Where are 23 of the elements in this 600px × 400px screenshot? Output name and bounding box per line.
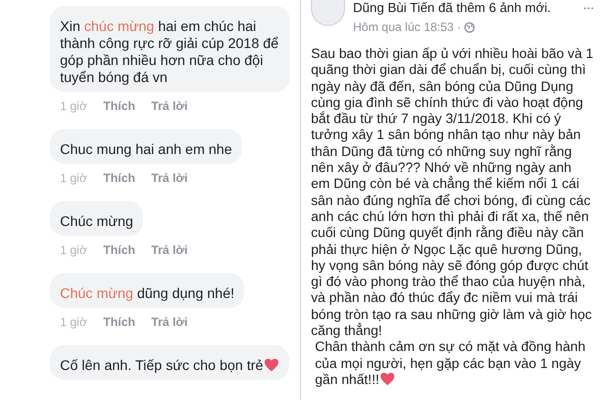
like-link[interactable]: Thích: [103, 241, 136, 259]
reply-link[interactable]: Trả lời: [151, 169, 188, 187]
like-link[interactable]: Thích: [103, 169, 136, 187]
comment-time: 1 giờ: [60, 242, 88, 259]
comment-text: Chúc mừng dũng dụng nhé!: [60, 285, 234, 302]
like-link[interactable]: Thích: [103, 313, 136, 331]
comment-text: Xin chúc mừng hai em chúc hai thành công rực rỡ giải cúp 2018 để góp phần nhiều hơn nữa cho đội tuyển bóng đá vn: [60, 18, 280, 86]
post-paragraph: Chân thành cảm ơn sự có mặt và đồng hành của mọi người, hẹn gặp các bạn vào 1 ngày gần nhất!!!: [314, 339, 586, 388]
reply-link[interactable]: Trả lời: [151, 241, 188, 259]
reply-link[interactable]: Trả lời: [151, 313, 188, 331]
comment-text: Chúc mừng: [60, 213, 134, 230]
avatar-icon: [311, 0, 345, 26]
comment-time: 1 giờ: [60, 98, 88, 115]
comment-time: 1 giờ: [60, 170, 88, 187]
post-paragraph: Sau bao thời gian ấp ủ với nhiều hoài bão và 1 quãng thời gian dài để chuẩn bị, cuối cùng thì ngày này đã đến, sân bóng của Dũng Dụng cùng gia đình sẽ chính thức đi vào hoạt động bắt đầu từ thứ 7 ngày 3/11/2018. Khi có ý tưởng xây 1 sân bóng nhân tạo như này bản thân Dũng đã từng có những suy nghĩ rằng nên xây ở đâu??? Nhớ về những ngày anh em Dũng còn bé và chẳng thể kiếm nổi 1 cái sân nào đúng nghĩa để chơi bóng, đi cùng các anh các chú lớn hơn thì phải đi rất xa, thế nên cuối cùng Dũng quyết định rằng điều này cần phải thực hiện ở Ngọc Lặc quê hương Dũng, hy vọng sân bóng này sẽ đóng góp được chút gì đó vào phong trào thể thao của huyện nhà, và phần nào đó thúc đẩy đc niềm vui mà trái bóng tròn tạo ra sau những giờ làm và giờ học căng thẳng!: [311, 46, 594, 340]
like-link[interactable]: Thích: [103, 97, 136, 115]
comment-time: 1 giờ: [60, 314, 88, 331]
post-timestamp: Hôm qua lúc 18:53 ·: [353, 19, 462, 36]
comment-text: Cố lên anh. Tiếp sức cho bọn trẻ: [60, 357, 280, 374]
more-menu[interactable]: ...: [583, 0, 594, 15]
post-author-line: Dũng Bùi Tiến đã thêm 6 ảnh mới.: [353, 1, 551, 15]
comment-text: Chuc mung hai anh em nhe: [60, 141, 232, 158]
reply-link[interactable]: Trả lời: [151, 97, 188, 115]
